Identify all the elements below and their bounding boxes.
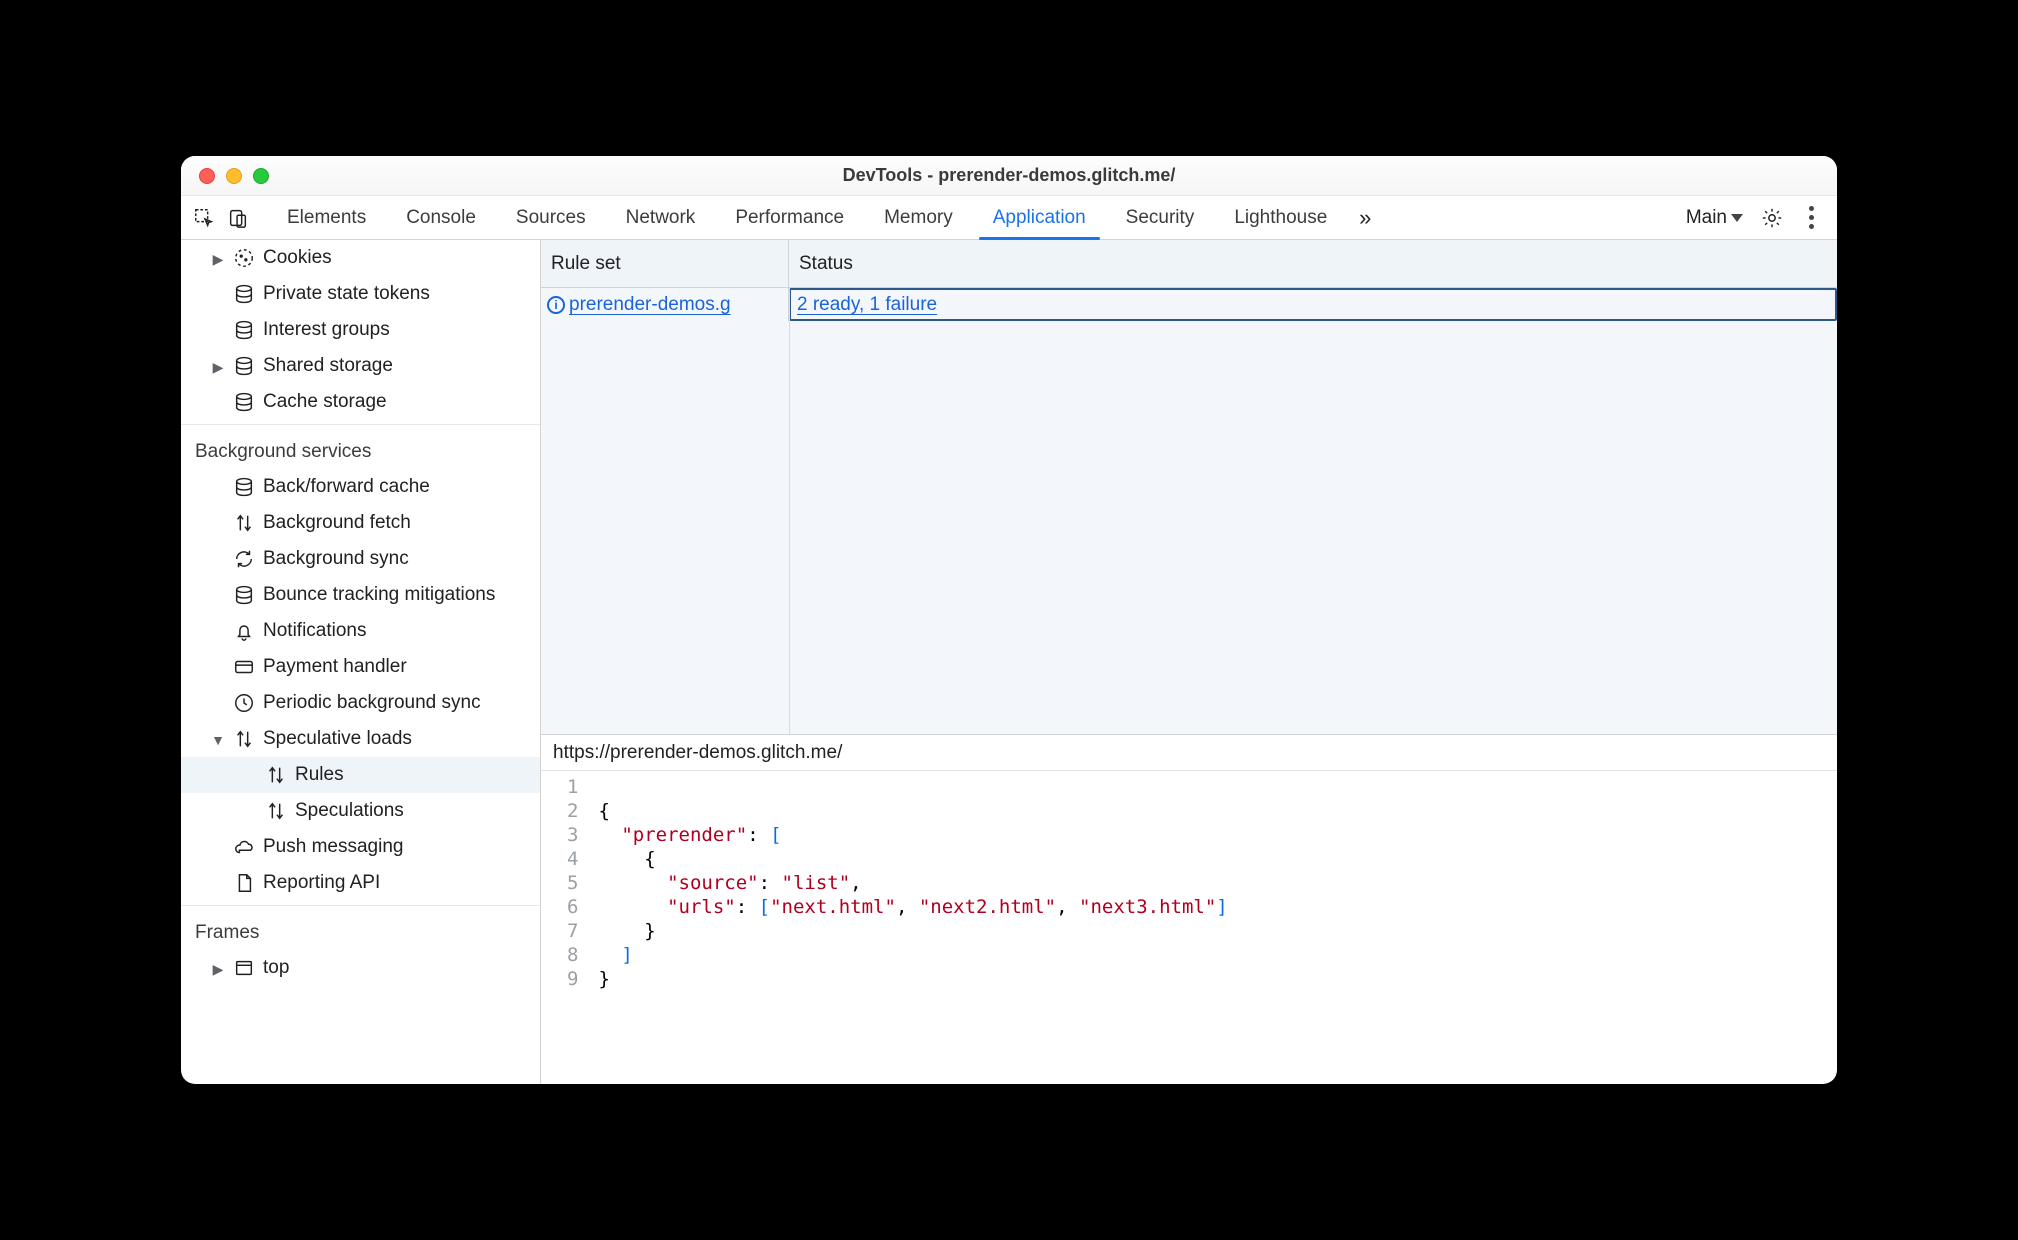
table-header-ruleset[interactable]: Rule set (541, 240, 789, 287)
tab-console[interactable]: Console (386, 196, 496, 239)
sidebar-item-payment-handler[interactable]: Payment handler (181, 649, 540, 685)
more-tabs-icon[interactable]: » (1347, 201, 1381, 235)
settings-icon[interactable] (1755, 201, 1789, 235)
sidebar-item-label: Speculative loads (263, 728, 412, 750)
disclosure-triangle-icon[interactable] (211, 359, 225, 376)
clock-icon (233, 692, 255, 714)
sidebar-item-notifications[interactable]: Notifications (181, 613, 540, 649)
tab-lighthouse[interactable]: Lighthouse (1214, 196, 1347, 239)
sidebar-item-cache-storage[interactable]: Cache storage (181, 384, 540, 420)
table-header: Rule set Status (541, 240, 1837, 288)
sidebar-item-periodic-background-sync[interactable]: Periodic background sync (181, 685, 540, 721)
rules-panel: Rule set Status i prerender-demos.g 2 re… (541, 240, 1837, 735)
application-sidebar: Cookies Private state tokens Interest grou… (181, 240, 541, 1084)
cloud-icon (233, 836, 255, 858)
window-title: DevTools - prerender-demos.glitch.me/ (181, 156, 1837, 195)
disclosure-triangle-icon[interactable] (211, 732, 225, 748)
toolbar: ElementsConsoleSourcesNetworkPerformance… (181, 196, 1837, 240)
sidebar-item-label: Shared storage (263, 355, 393, 377)
device-toggle-icon[interactable] (221, 201, 255, 235)
sidebar-item-label: Private state tokens (263, 283, 430, 305)
sidebar-item-interest-groups[interactable]: Interest groups (181, 312, 540, 348)
db-icon (233, 355, 255, 377)
cell-ruleset: i prerender-demos.g (541, 288, 789, 321)
window-minimize-button[interactable] (226, 168, 242, 184)
sidebar-item-label: Bounce tracking mitigations (263, 584, 495, 606)
frame-icon (233, 957, 255, 979)
updown-icon (265, 764, 287, 786)
cell-status: 2 ready, 1 failure (789, 288, 1837, 321)
sidebar-item-label: top (263, 957, 289, 979)
db-icon (233, 476, 255, 498)
sidebar-item-background-sync[interactable]: Background sync (181, 541, 540, 577)
sidebar-item-top[interactable]: top (181, 950, 540, 986)
tab-memory[interactable]: Memory (864, 196, 973, 239)
sidebar-item-rules[interactable]: Rules (181, 757, 540, 793)
status-link[interactable]: 2 ready, 1 failure (797, 294, 937, 316)
sidebar-item-speculative-loads[interactable]: Speculative loads (181, 721, 540, 757)
table-row[interactable]: i prerender-demos.g 2 ready, 1 failure (541, 288, 1837, 321)
updown-icon (233, 728, 255, 750)
sidebar-item-label: Cache storage (263, 391, 387, 413)
sidebar-item-label: Interest groups (263, 319, 390, 341)
window-close-button[interactable] (199, 168, 215, 184)
db-icon (233, 319, 255, 341)
sidebar-item-bounce-tracking-mitigations[interactable]: Bounce tracking mitigations (181, 577, 540, 613)
db-icon (233, 283, 255, 305)
chevron-down-icon (1731, 214, 1743, 222)
sidebar-item-label: Push messaging (263, 836, 403, 858)
sidebar-section-title: Background services (181, 429, 540, 469)
source-viewer: https://prerender-demos.glitch.me/ 12345… (541, 735, 1837, 1084)
tab-sources[interactable]: Sources (496, 196, 606, 239)
app-window: DevTools - prerender-demos.glitch.me/ El… (181, 156, 1837, 1084)
sidebar-item-private-state-tokens[interactable]: Private state tokens (181, 276, 540, 312)
sidebar-section-title: Frames (181, 910, 540, 950)
updown-icon (265, 800, 287, 822)
window-zoom-button[interactable] (253, 168, 269, 184)
sidebar-item-label: Background sync (263, 548, 409, 570)
doc-icon (233, 872, 255, 894)
sidebar-item-label: Periodic background sync (263, 692, 481, 714)
tab-network[interactable]: Network (606, 196, 716, 239)
disclosure-triangle-icon[interactable] (211, 251, 225, 268)
sidebar-item-label: Back/forward cache (263, 476, 430, 498)
inspect-element-icon[interactable] (187, 201, 221, 235)
sidebar-item-label: Rules (295, 764, 344, 786)
sidebar-item-label: Notifications (263, 620, 367, 642)
tab-elements[interactable]: Elements (267, 196, 386, 239)
tab-performance[interactable]: Performance (715, 196, 864, 239)
sidebar-item-label: Reporting API (263, 872, 380, 894)
code-body[interactable]: { "prerender": [ { "source": "list", "ur… (598, 775, 1227, 1064)
sidebar-item-label: Background fetch (263, 512, 411, 534)
sidebar-item-cookies[interactable]: Cookies (181, 240, 540, 276)
updown-icon (233, 512, 255, 534)
tab-security[interactable]: Security (1106, 196, 1215, 239)
kebab-menu-icon[interactable] (1801, 206, 1821, 229)
ruleset-link[interactable]: prerender-demos.g (569, 294, 731, 316)
sidebar-item-label: Cookies (263, 247, 332, 269)
cookie-icon (233, 247, 255, 269)
sync-icon (233, 548, 255, 570)
card-icon (233, 656, 255, 678)
sidebar-item-background-fetch[interactable]: Background fetch (181, 505, 540, 541)
titlebar: DevTools - prerender-demos.glitch.me/ (181, 156, 1837, 196)
bell-icon (233, 620, 255, 642)
table-header-status[interactable]: Status (789, 240, 1837, 287)
sidebar-item-label: Speculations (295, 800, 404, 822)
sidebar-item-shared-storage[interactable]: Shared storage (181, 348, 540, 384)
target-dropdown[interactable]: Main (1686, 207, 1743, 229)
tab-application[interactable]: Application (973, 196, 1106, 239)
sidebar-item-label: Payment handler (263, 656, 407, 678)
db-icon (233, 584, 255, 606)
db-icon (233, 391, 255, 413)
disclosure-triangle-icon[interactable] (211, 961, 225, 978)
sidebar-item-back-forward-cache[interactable]: Back/forward cache (181, 469, 540, 505)
target-dropdown-label: Main (1686, 207, 1727, 229)
sidebar-item-push-messaging[interactable]: Push messaging (181, 829, 540, 865)
source-url: https://prerender-demos.glitch.me/ (541, 735, 1837, 771)
sidebar-item-reporting-api[interactable]: Reporting API (181, 865, 540, 901)
info-icon: i (547, 296, 565, 314)
sidebar-item-speculations[interactable]: Speculations (181, 793, 540, 829)
